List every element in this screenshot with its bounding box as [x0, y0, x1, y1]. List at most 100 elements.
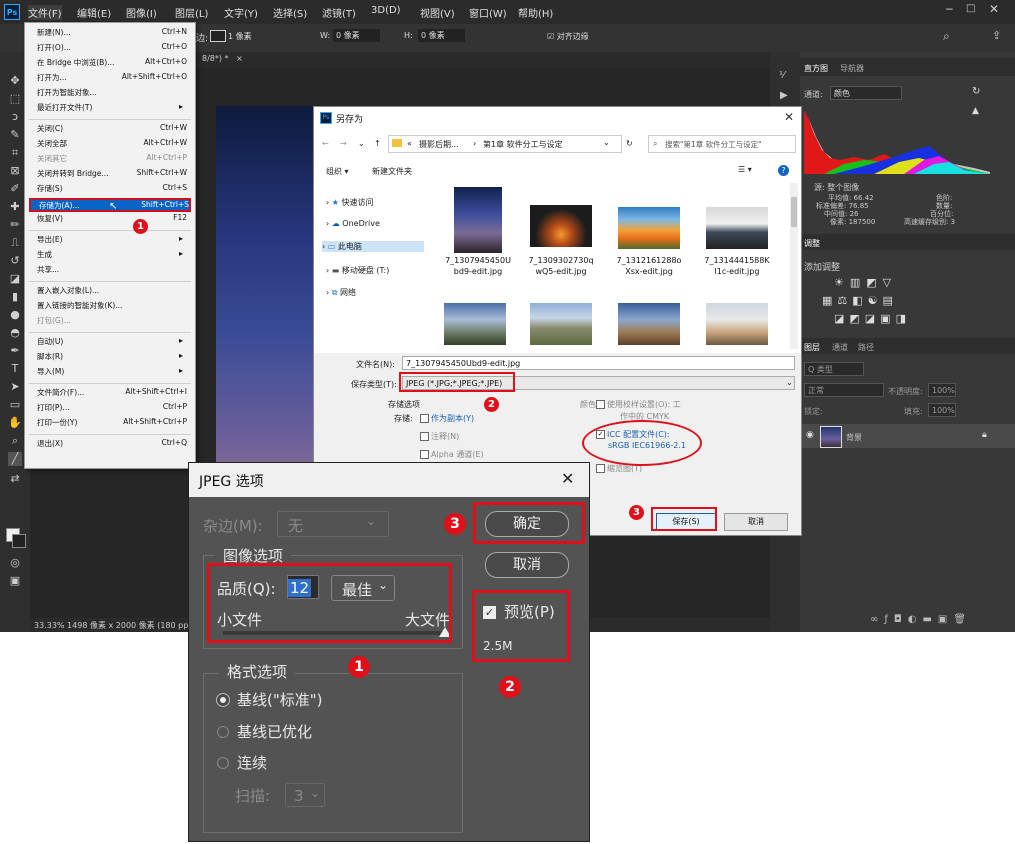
stroke-size[interactable]: 1 像素	[228, 31, 252, 42]
matte-select[interactable]: 无 ⌄	[277, 511, 389, 537]
quick-select-icon[interactable]: ✎	[8, 128, 22, 142]
file-menu-item-12[interactable]: 恢复(V) F12	[37, 213, 187, 227]
file-thumbnail-5[interactable]	[444, 303, 506, 345]
background-color-swatch[interactable]	[12, 534, 26, 548]
menu-3[interactable]: 图层(L)	[175, 5, 208, 20]
maximize-icon[interactable]: □	[966, 3, 975, 14]
brush-tool-icon[interactable]: ✏	[8, 218, 22, 232]
menu-1[interactable]: 编辑(E)	[77, 5, 111, 20]
close-icon[interactable]: ✕	[989, 2, 999, 16]
view-options-icon[interactable]: ☰ ▾	[738, 165, 752, 174]
menu-2[interactable]: 图像(I)	[126, 5, 157, 20]
file-label-1[interactable]: 7_1307945450U bd9-edit.jpg	[439, 255, 517, 277]
align-edges-checkbox[interactable]: ☑ 对齐边缘	[547, 31, 589, 42]
file-scrollbar[interactable]	[790, 183, 798, 349]
file-thumbnail-8[interactable]	[706, 303, 768, 345]
opacity-field[interactable]: 100%	[928, 383, 956, 397]
file-menu-item-21[interactable]: 导入(M) ▸	[37, 366, 187, 380]
shape-tool-icon[interactable]: ▭	[8, 398, 22, 412]
filename-input[interactable]: 7_1307945450Ubd9-edit.jpg	[402, 356, 795, 370]
adjustments-title[interactable]: 调整	[804, 238, 820, 249]
lasso-tool-icon[interactable]: ↄ	[8, 110, 22, 124]
file-menu-item-3[interactable]: 打开为... Alt+Shift+Ctrl+O	[37, 72, 187, 86]
h-field[interactable]: 0 像素	[418, 29, 465, 42]
notes-checkbox[interactable]: 注释(N)	[420, 431, 459, 442]
blur-tool-icon[interactable]: ●	[8, 308, 22, 322]
crop-tool-icon[interactable]: ⌗	[8, 146, 22, 160]
file-thumbnail-2[interactable]	[530, 205, 592, 247]
tab-histogram[interactable]: 直方图	[804, 63, 828, 74]
frame-tool-icon[interactable]: ⊠	[8, 164, 22, 178]
forward-icon[interactable]: →	[340, 139, 347, 148]
file-menu-item-7[interactable]: 关闭全部 Alt+Ctrl+W	[37, 138, 187, 152]
menu-10[interactable]: 帮助(H)	[518, 5, 553, 20]
adjustment-icons-row2[interactable]: ▦⚖◧☯▤	[822, 294, 898, 307]
menu-7[interactable]: 3D(D)	[371, 5, 401, 16]
file-menu-item-15[interactable]: 共享...	[37, 264, 187, 278]
layer-name[interactable]: 背景	[846, 432, 862, 443]
baseline-optimized-radio[interactable]: 基线已优化	[217, 721, 312, 742]
menu-8[interactable]: 视图(V)	[420, 5, 455, 20]
scans-select[interactable]: 3 ⌄	[285, 783, 325, 807]
file-menu-item-13[interactable]: 导出(E) ▸	[37, 234, 187, 248]
file-menu-item-5[interactable]: 最近打开文件(T) ▸	[37, 102, 187, 116]
search-icon[interactable]: ⌕	[943, 29, 950, 44]
blend-mode-select[interactable]: 正常	[804, 383, 884, 397]
screen-mode-icon[interactable]: ▣	[8, 574, 22, 588]
file-menu-item-24[interactable]: 打印一份(Y) Alt+Shift+Ctrl+P	[37, 417, 187, 431]
tree-item-onedrive[interactable]: › ☁ OneDrive	[326, 219, 380, 228]
proof-setup-checkbox[interactable]: 使用校样设置(O): 工	[596, 399, 681, 410]
history-brush-icon[interactable]: ↺	[8, 254, 22, 268]
minimize-icon[interactable]: ─	[946, 3, 953, 16]
breadcrumb-item-2[interactable]: 第1章 软件分工与设定	[483, 139, 563, 150]
eraser-tool-icon[interactable]: ◪	[8, 272, 22, 286]
organize-button[interactable]: 组织 ▾	[326, 166, 349, 177]
file-menu-item-1[interactable]: 打开(O)... Ctrl+O	[37, 42, 187, 56]
scrollbar-thumb[interactable]	[791, 197, 797, 227]
path-select-icon[interactable]: ➤	[8, 380, 22, 394]
eyedropper-icon[interactable]: ✐	[8, 182, 22, 196]
address-dropdown-icon[interactable]: ⌄	[603, 138, 610, 147]
file-menu-item-16[interactable]: 置入嵌入对象(L)...	[37, 285, 187, 299]
file-menu-item-18[interactable]: 打包(G)...	[37, 315, 187, 329]
file-label-3[interactable]: 7_1312161288o Xsx-edit.jpg	[610, 255, 688, 277]
pen-tool-icon[interactable]: ✒	[8, 344, 22, 358]
file-thumbnail-7[interactable]	[618, 303, 680, 345]
tab-layers[interactable]: 图层	[804, 342, 820, 353]
chevron-down-icon[interactable]: ⌄	[358, 139, 365, 148]
up-icon[interactable]: ↑	[374, 139, 381, 148]
menu-6[interactable]: 滤镜(T)	[322, 5, 356, 20]
refresh-icon[interactable]: ↻	[626, 139, 633, 148]
quick-mask-icon[interactable]: ◎	[8, 556, 22, 570]
new-folder-button[interactable]: 新建文件夹	[372, 166, 412, 177]
w-field[interactable]: 0 像素	[333, 29, 380, 42]
file-menu-item-17[interactable]: 置入链接的智能对象(K)...	[37, 300, 187, 314]
dodge-tool-icon[interactable]: ◓	[8, 326, 22, 340]
search-box[interactable]: ⌕ 搜索"第1章 软件分工与设定"	[648, 135, 796, 153]
file-label-4[interactable]: 7_1314441588K l1c-edit.jpg	[698, 255, 776, 277]
tab-channels[interactable]: 通道	[832, 342, 848, 353]
stroke-swatch[interactable]	[210, 30, 226, 42]
tab-close-icon[interactable]: ×	[236, 54, 243, 63]
marquee-tool-icon[interactable]: ⬚	[8, 92, 22, 106]
as-copy-checkbox[interactable]: 作为副本(Y)	[420, 413, 474, 424]
tab-navigator[interactable]: 导航器	[840, 63, 864, 74]
file-thumbnail-6[interactable]	[530, 303, 592, 345]
menu-9[interactable]: 窗口(W)	[469, 5, 507, 20]
fill-field[interactable]: 100%	[928, 403, 956, 417]
gradient-tool-icon[interactable]: ▮	[8, 290, 22, 304]
share-icon[interactable]: ⇪	[992, 29, 1001, 42]
file-menu-item-9[interactable]: 关闭并转到 Bridge... Shift+Ctrl+W	[37, 168, 187, 182]
zoom-tool-icon[interactable]: ⌕	[8, 434, 22, 448]
history-icon[interactable]: ⅟	[779, 70, 785, 81]
layer-actions-icons[interactable]: ∞ƒ◘◐▬▣🗑︎	[870, 614, 972, 625]
file-menu-item-25[interactable]: 退出(X) Ctrl+Q	[37, 438, 187, 452]
tree-item-network[interactable]: › ⧉ 网络	[326, 287, 356, 298]
progressive-radio[interactable]: 连续	[217, 752, 267, 773]
layer-visibility-icon[interactable]: ◉	[806, 430, 814, 440]
alpha-checkbox[interactable]: Alpha 通道(E)	[420, 449, 484, 460]
file-menu-item-10[interactable]: 存储(S) Ctrl+S	[37, 183, 187, 197]
color-swap-icon[interactable]: ⇄	[8, 472, 22, 486]
file-menu-item-0[interactable]: 新建(N)... Ctrl+N	[37, 27, 187, 41]
file-thumbnail-3[interactable]	[618, 207, 680, 249]
